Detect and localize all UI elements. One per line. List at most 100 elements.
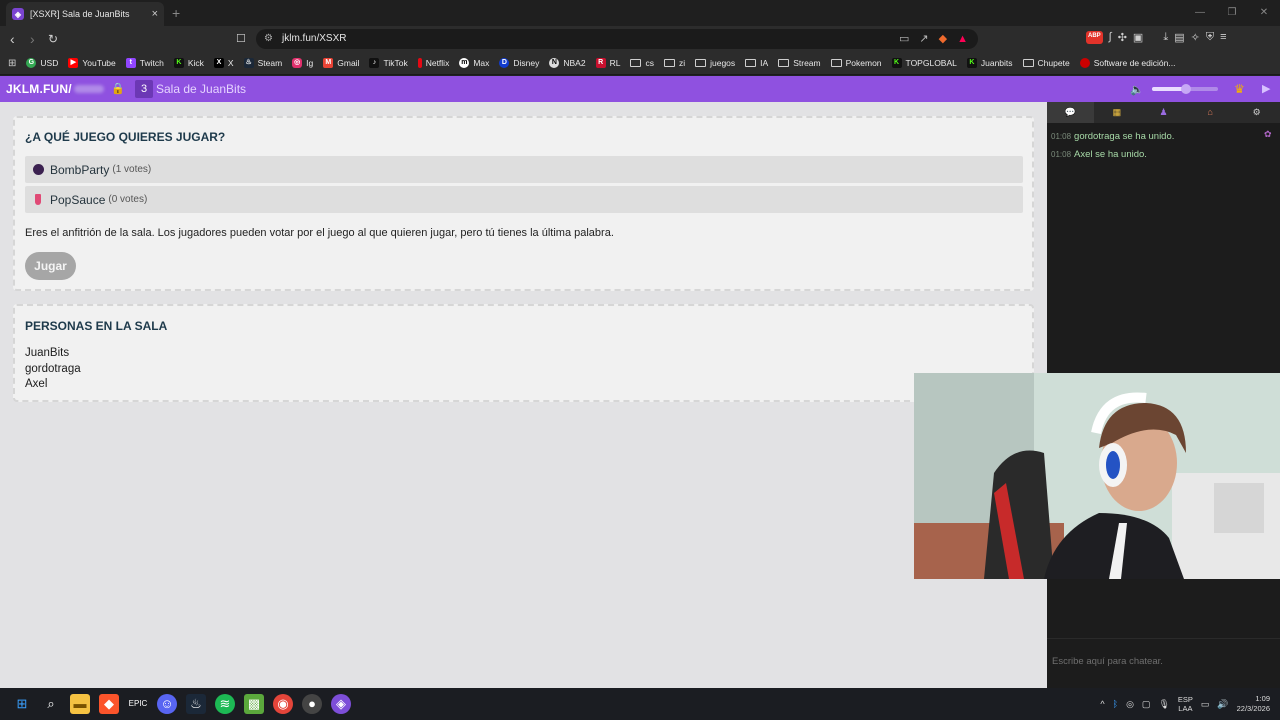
- tab-room[interactable]: ⌂: [1187, 102, 1234, 123]
- bookmark-rl[interactable]: R RL: [595, 58, 620, 68]
- wallet-icon[interactable]: ▤: [1174, 31, 1184, 44]
- bookmark-folder-stream[interactable]: Stream: [778, 58, 821, 68]
- minimize-icon[interactable]: —: [1184, 0, 1216, 26]
- game-option-bombparty[interactable]: BombParty (1 votes): [25, 156, 1023, 183]
- bookmark-folder-zi[interactable]: zi: [663, 58, 685, 68]
- people-list: JuanBits gordotraga Axel: [25, 346, 81, 393]
- forward-icon[interactable]: ›: [30, 31, 35, 47]
- file-explorer-icon[interactable]: ▬: [70, 694, 90, 714]
- chevron-up-icon[interactable]: ^: [1100, 699, 1104, 709]
- sidebar-icon[interactable]: ▣: [1133, 31, 1143, 44]
- toggle-sidebar-icon[interactable]: ▶: [1262, 82, 1270, 95]
- start-icon[interactable]: ⊞: [12, 694, 32, 714]
- bookmark-icon[interactable]: ☐: [236, 31, 246, 47]
- bookmark-steam[interactable]: ♨ Steam: [243, 58, 282, 68]
- webcam-video: [914, 373, 1280, 579]
- share-icon[interactable]: ↗: [919, 29, 928, 49]
- leo-icon[interactable]: ✧: [1191, 31, 1200, 44]
- folder-icon: [830, 59, 842, 67]
- puzzle-icon[interactable]: ✣: [1118, 31, 1127, 44]
- volume-icon[interactable]: 🔈: [1130, 83, 1144, 96]
- bookmark-topglobal[interactable]: K TOPGLOBAL: [891, 58, 957, 68]
- brave-icon[interactable]: ◆: [99, 694, 119, 714]
- bookmark-tiktok[interactable]: ♪ TikTok: [369, 58, 408, 68]
- bookmark-nba2[interactable]: N NBA2: [549, 58, 586, 68]
- tray-app-icon[interactable]: ▢: [1142, 699, 1151, 710]
- bookmark-ig[interactable]: ◎ Ig: [292, 58, 313, 68]
- reload-icon[interactable]: ↻: [48, 31, 58, 47]
- download-icon[interactable]: ⤓: [1163, 31, 1168, 44]
- volume-slider[interactable]: [1152, 84, 1218, 94]
- bookmark-kick[interactable]: K Kick: [173, 58, 204, 68]
- minecraft-icon[interactable]: ▩: [244, 694, 264, 714]
- kick-icon: K: [966, 58, 977, 68]
- tab-chat[interactable]: 💬: [1047, 102, 1094, 123]
- microphone-icon[interactable]: 🎙: [1158, 699, 1169, 710]
- adblock-icon[interactable]: ABP: [1086, 31, 1103, 44]
- bookmark-software[interactable]: Software de edición...: [1079, 58, 1175, 68]
- crown-icon[interactable]: ♛: [1234, 82, 1245, 96]
- chat-options-icon[interactable]: ✿: [1264, 129, 1272, 140]
- apps-icon[interactable]: ⊞: [8, 58, 16, 69]
- network-icon[interactable]: ◎: [1126, 699, 1134, 710]
- address-bar[interactable]: ⚙ jklm.fun/XSXR ▭ ↗ ◆ ▲: [256, 29, 978, 49]
- new-tab-icon[interactable]: +: [172, 5, 180, 21]
- browser-tab[interactable]: ◈ [XSXR] Sala de JuanBits ×: [6, 2, 164, 26]
- maximize-icon[interactable]: ❐: [1216, 0, 1248, 26]
- lock-icon[interactable]: 🔒: [111, 82, 125, 95]
- bookmark-gmail[interactable]: M Gmail: [323, 58, 359, 68]
- game-vote-card: ¿A QUÉ JUEGO QUIERES JUGAR? BombParty (1…: [13, 116, 1034, 291]
- bookmark-folder-pokemon[interactable]: Pokemon: [830, 58, 882, 68]
- window-close-icon[interactable]: ✕: [1248, 0, 1280, 26]
- bomb-icon: [33, 164, 44, 175]
- bookmark-max[interactable]: m Max: [459, 58, 489, 68]
- bookmark-folder-juegos[interactable]: juegos: [695, 58, 735, 68]
- obs-icon[interactable]: ●: [302, 694, 322, 714]
- search-icon[interactable]: ⌕: [41, 694, 61, 714]
- tiktok-icon: ♪: [369, 58, 380, 68]
- spotify-icon[interactable]: ≋: [215, 694, 235, 714]
- vpn-icon[interactable]: ⛨: [1206, 31, 1214, 44]
- bookmark-folder-cs[interactable]: cs: [630, 58, 654, 68]
- discord-icon[interactable]: ☺: [157, 694, 177, 714]
- volume-slider-knob[interactable]: [1181, 84, 1191, 94]
- brave-rewards-icon[interactable]: ▲: [957, 29, 968, 49]
- bookmark-youtube[interactable]: ▶ YouTube: [68, 58, 116, 68]
- bluetooth-icon[interactable]: ᛒ: [1113, 699, 1118, 709]
- extension-icon[interactable]: ∫: [1109, 31, 1112, 44]
- cast-icon[interactable]: ▭: [899, 29, 909, 49]
- brave-shields-icon[interactable]: ◆: [939, 29, 947, 49]
- jklm-app-icon[interactable]: ◈: [331, 694, 351, 714]
- bookmark-netflix[interactable]: Netflix: [417, 58, 449, 68]
- menu-icon[interactable]: ≡: [1220, 31, 1226, 44]
- bookmark-usd[interactable]: G USD: [26, 58, 58, 68]
- clock[interactable]: 1:09 22/3/2026: [1237, 694, 1270, 714]
- tab-settings[interactable]: ⚙: [1233, 102, 1280, 123]
- language-indicator[interactable]: ESP LAA: [1178, 695, 1193, 713]
- toolbar-extensions: ABP ∫ ✣ ▣ ⤓ ▤ ✧ ⛨ ≡: [1086, 31, 1226, 44]
- game-option-popsauce[interactable]: PopSauce (0 votes): [25, 186, 1023, 213]
- bookmark-folder-ia[interactable]: IA: [745, 58, 768, 68]
- display-icon[interactable]: ▭: [1201, 699, 1210, 710]
- bookmark-disney[interactable]: D Disney: [499, 58, 539, 68]
- play-button[interactable]: Jugar: [25, 252, 76, 280]
- bookmark-twitch[interactable]: t Twitch: [125, 58, 164, 68]
- chat-input[interactable]: Escribe aquí para chatear.: [1047, 638, 1280, 688]
- chrome-icon[interactable]: ◉: [273, 694, 293, 714]
- back-icon[interactable]: ‹: [10, 31, 15, 47]
- google-icon: G: [26, 58, 37, 68]
- bookmark-juanbits[interactable]: K Juanbits: [966, 58, 1013, 68]
- site-settings-icon[interactable]: ⚙: [264, 29, 273, 49]
- steam-taskbar-icon[interactable]: ♨: [186, 694, 206, 714]
- speaker-icon[interactable]: 🔊: [1217, 699, 1228, 710]
- epic-games-icon[interactable]: EPIC: [128, 694, 148, 714]
- webcam-overlay: [914, 373, 1280, 579]
- bookmark-folder-chupete[interactable]: Chupete: [1022, 58, 1070, 68]
- twitch-icon: t: [125, 58, 136, 68]
- tab-close-icon[interactable]: ×: [152, 8, 158, 20]
- tab-players[interactable]: ♟: [1140, 102, 1187, 123]
- bookmark-x[interactable]: XX: [213, 58, 234, 68]
- url-text: jklm.fun/XSXR: [282, 33, 347, 44]
- tab-rewards[interactable]: ▦: [1094, 102, 1141, 123]
- site-brand[interactable]: JKLM.FUN/: [6, 82, 104, 96]
